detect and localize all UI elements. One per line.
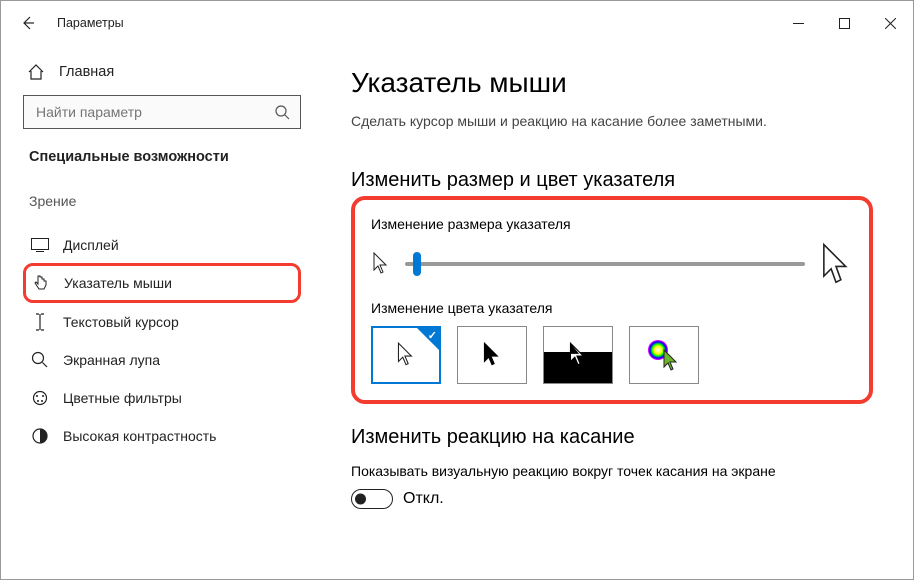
body: Главная Специальные возможности Зрение Д… [1,45,913,579]
nav-label: Указатель мыши [64,275,172,291]
search-box[interactable] [23,95,301,129]
size-label: Изменение размера указателя [371,216,853,232]
nav-label: Высокая контрастность [63,428,216,444]
display-icon [31,238,49,252]
pointer-color-black[interactable] [457,326,527,384]
pointer-color-custom[interactable] [629,326,699,384]
pointer-color-white[interactable]: ✓ [371,326,441,384]
sidebar: Главная Специальные возможности Зрение Д… [1,45,321,579]
page-title: Указатель мыши [351,67,873,99]
sidebar-item-display[interactable]: Дисплей [23,227,301,263]
close-button[interactable] [867,7,913,39]
size-slider-row [371,242,853,286]
sidebar-item-color-filters[interactable]: Цветные фильтры [23,379,301,417]
color-filter-icon [31,389,49,407]
window-title: Параметры [57,16,775,30]
contrast-icon [31,427,49,445]
cursor-large-icon [819,242,853,286]
nav-label: Дисплей [63,237,119,253]
section-touch-title: Изменить реакцию на касание [351,426,873,449]
page-subtitle: Сделать курсор мыши и реакцию на касание… [351,113,873,129]
magnifier-icon [31,351,49,369]
check-icon: ✓ [428,329,437,342]
search-input[interactable] [34,103,274,121]
touch-feedback-toggle[interactable] [351,489,393,509]
settings-window: Параметры Главная [0,0,914,580]
color-label: Изменение цвета указателя [371,300,853,316]
touch-toggle-row: Откл. [351,489,873,509]
nav-label: Текстовый курсор [63,314,179,330]
text-cursor-icon [31,313,49,331]
window-controls [775,7,913,39]
category-header: Специальные возможности [29,149,301,165]
pointer-color-options: ✓ [371,326,853,384]
sidebar-item-high-contrast[interactable]: Высокая контрастность [23,417,301,455]
pointer-color-inverted[interactable] [543,326,613,384]
group-label: Зрение [29,193,301,209]
back-button[interactable] [13,8,43,38]
nav-label: Экранная лупа [63,352,160,368]
nav-label: Цветные фильтры [63,390,182,406]
touch-feedback-label: Показывать визуальную реакцию вокруг точ… [351,463,873,479]
toggle-state-label: Откл. [403,490,444,508]
home-label: Главная [59,64,114,80]
titlebar: Параметры [1,1,913,45]
section-size-color-title: Изменить размер и цвет указателя [351,169,873,192]
home-icon [27,63,45,81]
pointer-size-slider[interactable] [405,262,805,266]
sidebar-item-mouse-pointer[interactable]: Указатель мыши [23,263,301,303]
slider-thumb[interactable] [413,252,421,276]
sidebar-item-text-cursor[interactable]: Текстовый курсор [23,303,301,341]
minimize-button[interactable] [775,7,821,39]
cursor-small-icon [371,251,391,277]
highlighted-section: Изменение размера указателя Изменение цв… [351,196,873,404]
main-panel: Указатель мыши Сделать курсор мыши и реа… [321,45,913,579]
maximize-button[interactable] [821,7,867,39]
search-icon [274,104,290,120]
cursor-hand-icon [32,274,50,292]
sidebar-item-magnifier[interactable]: Экранная лупа [23,341,301,379]
toggle-knob [355,494,366,505]
home-link[interactable]: Главная [27,63,301,81]
